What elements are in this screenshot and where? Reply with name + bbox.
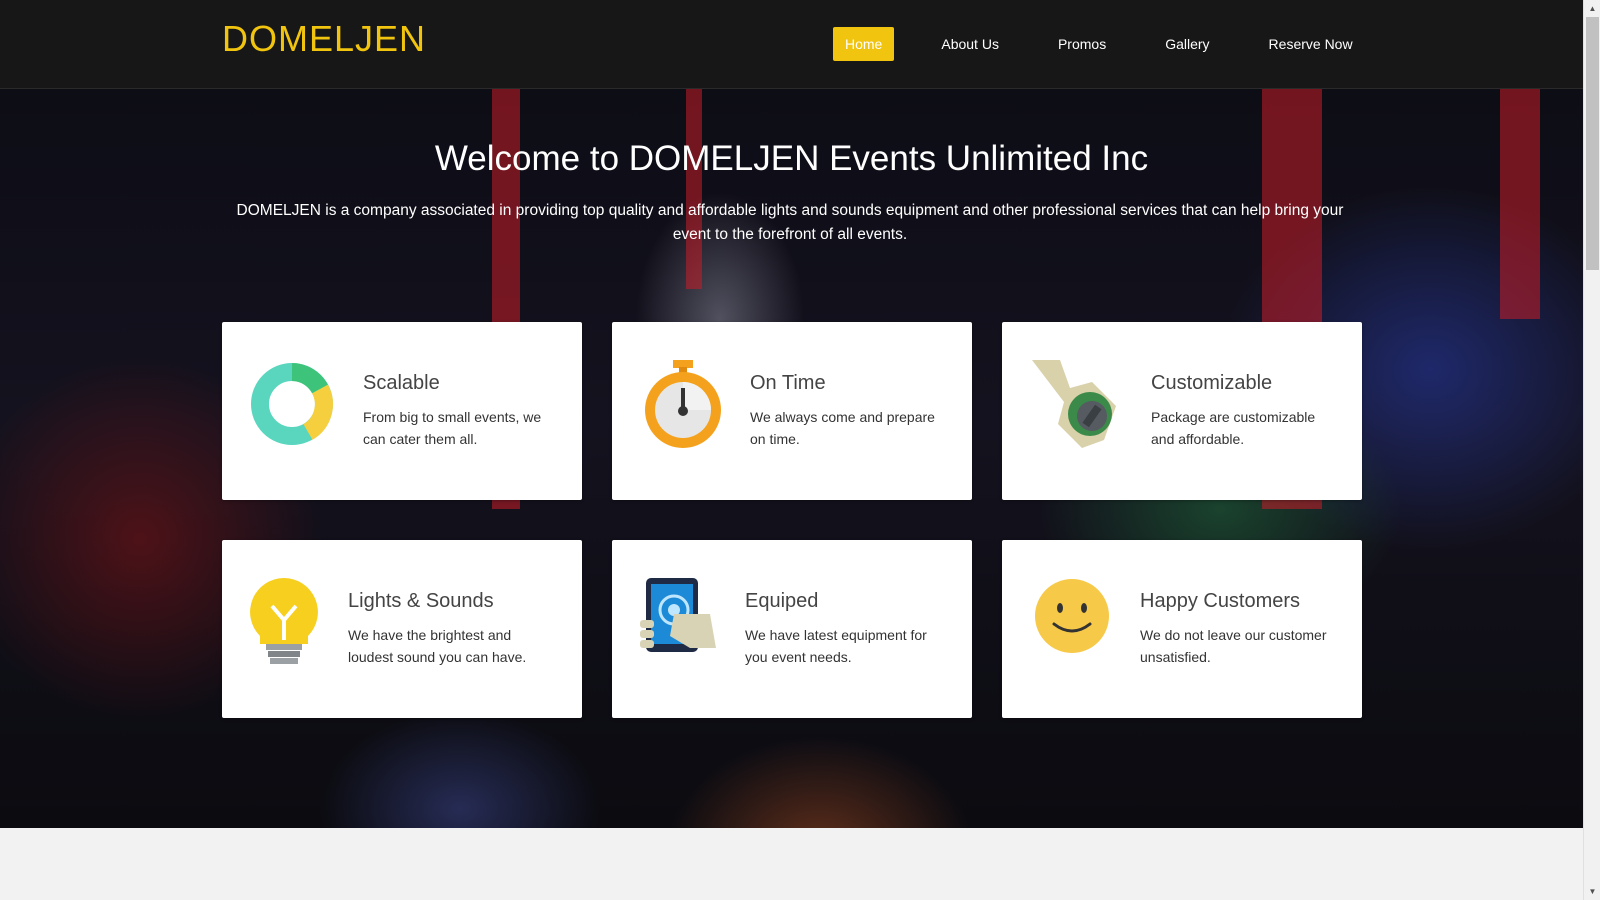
feature-card-on-time: On Time We always come and prepare on ti… — [612, 322, 972, 500]
donut-chart-icon — [251, 363, 333, 445]
stopwatch-icon — [645, 360, 721, 448]
brand-logo[interactable]: DOMELJEN — [222, 18, 426, 60]
main-nav: Home About Us Promos Gallery Reserve Now — [833, 27, 1400, 61]
feature-title: Equiped — [745, 590, 819, 612]
feature-title: On Time — [750, 372, 826, 394]
scroll-up-arrow-icon[interactable]: ▲ — [1584, 0, 1600, 17]
feature-title: Happy Customers — [1140, 590, 1301, 612]
scroll-thumb[interactable] — [1586, 17, 1599, 270]
feature-text: From big to small events, we can cater t… — [363, 409, 542, 447]
smiley-face-icon — [1035, 579, 1109, 653]
feature-text: Package are customizable and affordable. — [1151, 409, 1316, 447]
feature-text: We have the brightest and loudest sound … — [348, 627, 527, 665]
nav-reserve-now[interactable]: Reserve Now — [1257, 27, 1365, 61]
tablet-touch-icon — [640, 578, 716, 652]
feature-text: We have latest equipment for you event n… — [745, 627, 927, 665]
feature-title: Scalable — [363, 372, 440, 394]
feature-text: We always come and prepare on time. — [750, 409, 935, 447]
nav-home[interactable]: Home — [833, 27, 895, 61]
feature-card-happy-customers: Happy Customers We do not leave our cust… — [1002, 540, 1362, 718]
page-scrollbar[interactable]: ▲ ▼ — [1583, 0, 1600, 900]
feature-text: We do not leave our customer unsatisfied… — [1140, 627, 1327, 665]
nav-about-us[interactable]: About Us — [929, 27, 1011, 61]
hero-section: Welcome to DOMELJEN Events Unlimited Inc… — [0, 89, 1583, 828]
feature-card-customizable: Customizable Package are customizable an… — [1002, 322, 1362, 500]
hero-description: DOMELJEN is a company associated in prov… — [236, 202, 1344, 243]
stage-truss-far-right — [1500, 89, 1540, 319]
scroll-down-arrow-icon[interactable]: ▼ — [1584, 883, 1600, 900]
nav-gallery[interactable]: Gallery — [1153, 27, 1221, 61]
nav-promos[interactable]: Promos — [1046, 27, 1118, 61]
hero-title: Welcome to DOMELJEN Events Unlimited Inc — [434, 139, 1149, 178]
feature-title: Lights & Sounds — [348, 590, 494, 612]
lightbulb-icon — [250, 578, 318, 664]
feature-card-scalable: Scalable From big to small events, we ca… — [222, 322, 582, 500]
wrench-icon — [1032, 360, 1116, 448]
top-navbar: DOMELJEN Home About Us Promos Gallery Re… — [0, 0, 1583, 89]
feature-title: Customizable — [1151, 372, 1273, 394]
stage-truss-center — [686, 89, 702, 289]
feature-card-lights-sounds: Lights & Sounds We have the brightest an… — [222, 540, 582, 718]
feature-card-equiped: Equiped We have latest equipment for you… — [612, 540, 972, 718]
